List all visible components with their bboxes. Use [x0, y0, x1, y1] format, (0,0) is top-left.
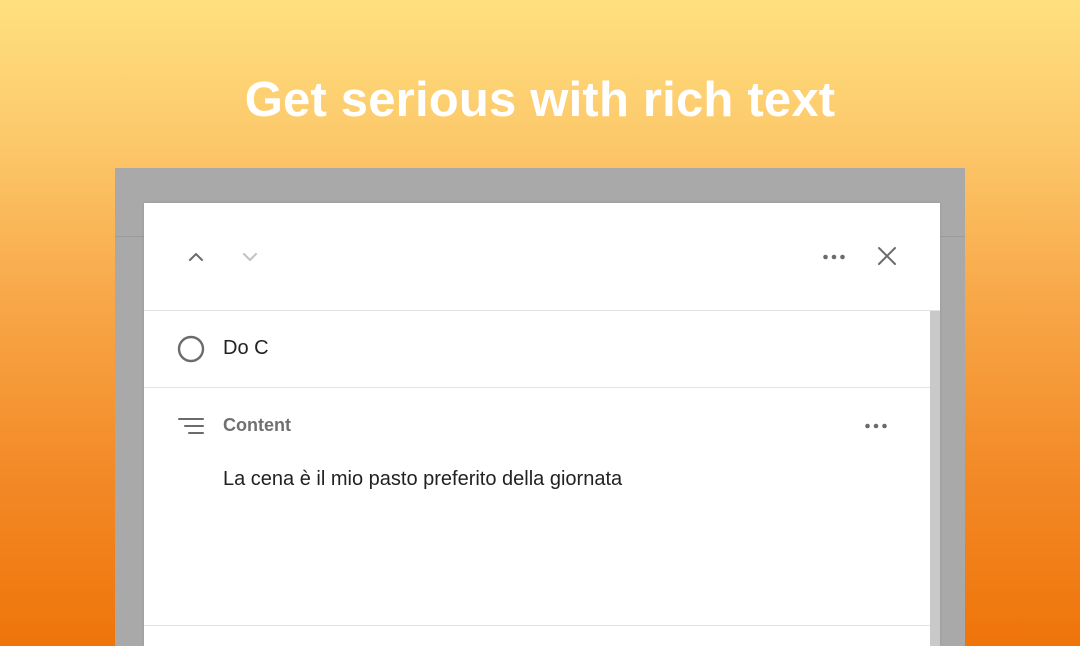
- next-task-button[interactable]: [234, 241, 266, 273]
- section-divider: [144, 625, 930, 626]
- task-detail-panel: Do C Content La cena è il mio pasto pref…: [144, 203, 940, 646]
- complete-task-checkbox[interactable]: [176, 334, 206, 364]
- close-button[interactable]: [871, 240, 903, 272]
- more-horizontal-icon: [865, 423, 887, 429]
- task-row: Do C: [144, 311, 930, 388]
- content-text-editor[interactable]: La cena è il mio pasto preferito della g…: [223, 465, 622, 493]
- headline: Get serious with rich text: [244, 73, 836, 127]
- circle-checkbox-icon: [177, 335, 205, 363]
- more-options-button[interactable]: [818, 241, 850, 273]
- more-horizontal-icon: [823, 254, 845, 260]
- content-section: Content La cena è il mio pasto preferito…: [144, 388, 930, 625]
- chevron-up-icon: [189, 253, 203, 261]
- previous-task-button[interactable]: [180, 241, 212, 273]
- text-align-icon: [178, 418, 204, 434]
- scrollbar[interactable]: [930, 311, 940, 646]
- content-icon-wrap: [177, 414, 205, 438]
- panel-toolbar: [144, 203, 940, 311]
- content-more-button[interactable]: [860, 413, 892, 439]
- chevron-down-icon: [243, 253, 257, 261]
- content-label: Content: [223, 415, 291, 435]
- close-icon: [878, 247, 896, 265]
- task-title[interactable]: Do C: [223, 334, 269, 362]
